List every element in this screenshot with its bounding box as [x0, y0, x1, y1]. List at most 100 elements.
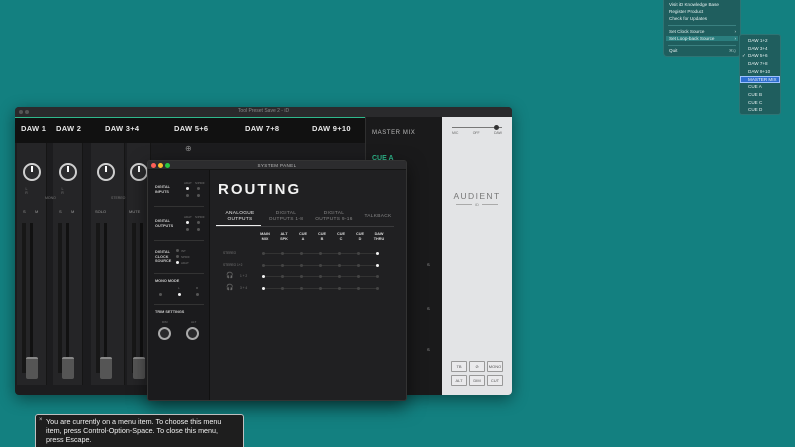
menu-item-set-clock-source[interactable]: Set Clock Source [669, 29, 705, 34]
tab-daw-1[interactable]: DAW 1 [21, 124, 46, 133]
mono-mode-option[interactable] [196, 293, 199, 296]
mono-mode-option[interactable] [178, 293, 181, 296]
routing-toggle[interactable] [337, 263, 341, 267]
clock-spdif-option[interactable] [176, 255, 179, 258]
tab-label: OUTPUTS 9-16 [315, 216, 353, 222]
digital-output-adat-option[interactable] [186, 228, 189, 231]
submenu-item[interactable]: MASTER MIX [740, 75, 780, 83]
fader-handle[interactable] [26, 357, 38, 379]
digital-input-adat-option[interactable] [186, 187, 189, 190]
routing-toggle[interactable] [318, 275, 322, 278]
routing-title: ROUTING [218, 181, 302, 198]
cue-solo[interactable]: S [427, 394, 437, 395]
routing-toggle[interactable] [299, 275, 303, 278]
tab-daw-7-8[interactable]: DAW 7+8 [245, 124, 279, 133]
link-icon[interactable]: ⊕ [185, 144, 192, 153]
mono-button[interactable]: MONO [487, 361, 503, 372]
alt-trim-knob[interactable] [186, 327, 199, 340]
tab-daw-3-4[interactable]: DAW 3+4 [105, 124, 139, 133]
routing-toggle[interactable] [299, 263, 303, 267]
cue-solo[interactable]: S [427, 262, 437, 267]
mute-button[interactable]: MUTE [129, 209, 140, 214]
routing-toggle[interactable] [280, 275, 284, 278]
routing-toggle[interactable] [261, 286, 265, 290]
routing-toggle[interactable] [280, 252, 284, 255]
submenu-item[interactable]: CUE D [748, 107, 762, 112]
clock-adat-option[interactable] [176, 261, 179, 264]
routing-toggle[interactable] [318, 286, 322, 290]
routing-toggle[interactable] [318, 263, 322, 267]
tab-daw-5-6[interactable]: DAW 5+6 [174, 124, 208, 133]
routing-toggle[interactable] [318, 252, 322, 255]
cue-solo[interactable]: S [427, 347, 437, 352]
submenu-item[interactable]: CUE A [748, 84, 762, 89]
menu-item-register-product[interactable]: Register Product [669, 9, 703, 14]
polarity-button[interactable]: ⊘ [469, 361, 485, 372]
submenu-item[interactable]: DAW 7+8 [748, 61, 768, 66]
cue-solo[interactable]: S [427, 306, 437, 311]
submenu-item[interactable]: DAW 3+4 [748, 46, 768, 51]
mono-mode-option[interactable] [159, 293, 162, 296]
routing-toggle[interactable] [280, 286, 284, 290]
solo-button[interactable]: S [59, 209, 62, 214]
tab-digital-outputs-1-8[interactable]: DIGITAL OUTPUTS 1-8 [265, 211, 307, 222]
cut-button[interactable]: CUT [487, 375, 503, 386]
fader-handle[interactable] [133, 357, 145, 379]
menu-item-set-loopback-source[interactable]: Set Loop-back Source [666, 36, 738, 41]
talkback-slider-handle[interactable] [494, 125, 499, 130]
solo-button[interactable]: SOLO [95, 209, 106, 214]
routing-toggle[interactable] [299, 286, 303, 290]
solo-button[interactable]: S [23, 209, 26, 214]
menu-item-knowledge-base[interactable]: Visit iD Knowledge Base [669, 2, 719, 7]
pan-knob[interactable] [130, 163, 148, 181]
level-meter [96, 223, 100, 373]
routing-toggle[interactable] [375, 263, 379, 267]
fader-handle[interactable] [100, 357, 112, 379]
menu-item-quit[interactable]: Quit [669, 48, 677, 53]
routing-toggle[interactable] [356, 286, 360, 290]
routing-toggle[interactable] [261, 275, 265, 278]
tab-talkback[interactable]: TALKBACK [360, 214, 396, 220]
alt-button[interactable]: ALT [451, 375, 467, 386]
digital-output-spdif-option[interactable] [197, 221, 200, 224]
digital-input-spdif-option[interactable] [197, 194, 200, 197]
digital-input-adat-option[interactable] [186, 194, 189, 197]
routing-toggle[interactable] [299, 252, 303, 255]
routing-toggle[interactable] [375, 286, 379, 290]
tab-analogue-outputs[interactable]: ANALOGUE OUTPUTS [220, 211, 260, 222]
mute-button[interactable]: M [35, 209, 38, 214]
routing-toggle[interactable] [356, 263, 360, 267]
routing-toggle[interactable] [356, 252, 360, 255]
routing-toggle[interactable] [261, 263, 265, 267]
pan-knob[interactable] [59, 163, 77, 181]
tab-daw-2[interactable]: DAW 2 [56, 124, 81, 133]
pan-knob[interactable] [97, 163, 115, 181]
routing-toggle[interactable] [261, 252, 265, 255]
submenu-item[interactable]: DAW 5+6 [748, 53, 768, 58]
menu-item-check-updates[interactable]: Check for Updates [669, 16, 707, 21]
submenu-item[interactable]: CUE C [748, 100, 762, 105]
routing-toggle[interactable] [375, 252, 379, 255]
routing-toggle[interactable] [337, 286, 341, 290]
digital-output-adat-option[interactable] [186, 221, 189, 224]
routing-toggle[interactable] [337, 252, 341, 255]
tab-digital-outputs-9-16[interactable]: DIGITAL OUTPUTS 9-16 [312, 211, 356, 222]
digital-output-spdif-option[interactable] [197, 228, 200, 231]
routing-toggle[interactable] [375, 275, 379, 278]
close-icon[interactable]: × [39, 417, 43, 423]
routing-toggle[interactable] [280, 263, 284, 267]
routing-toggle[interactable] [337, 275, 341, 278]
pan-knob[interactable] [23, 163, 41, 181]
clock-int-option[interactable] [176, 249, 179, 252]
fader-handle[interactable] [62, 357, 74, 379]
routing-toggle[interactable] [356, 275, 360, 278]
submenu-item[interactable]: DAW 1+2 [748, 38, 768, 43]
submenu-item[interactable]: DAW 9+10 [748, 69, 770, 74]
digital-input-spdif-option[interactable] [197, 187, 200, 190]
mute-button[interactable]: M [71, 209, 74, 214]
submenu-item[interactable]: CUE B [748, 92, 762, 97]
talkback-button[interactable]: TB [451, 361, 467, 372]
dim-button[interactable]: DIM [469, 375, 485, 386]
tab-daw-9-10[interactable]: DAW 9+10 [312, 124, 351, 133]
dim-trim-knob[interactable] [158, 327, 171, 340]
